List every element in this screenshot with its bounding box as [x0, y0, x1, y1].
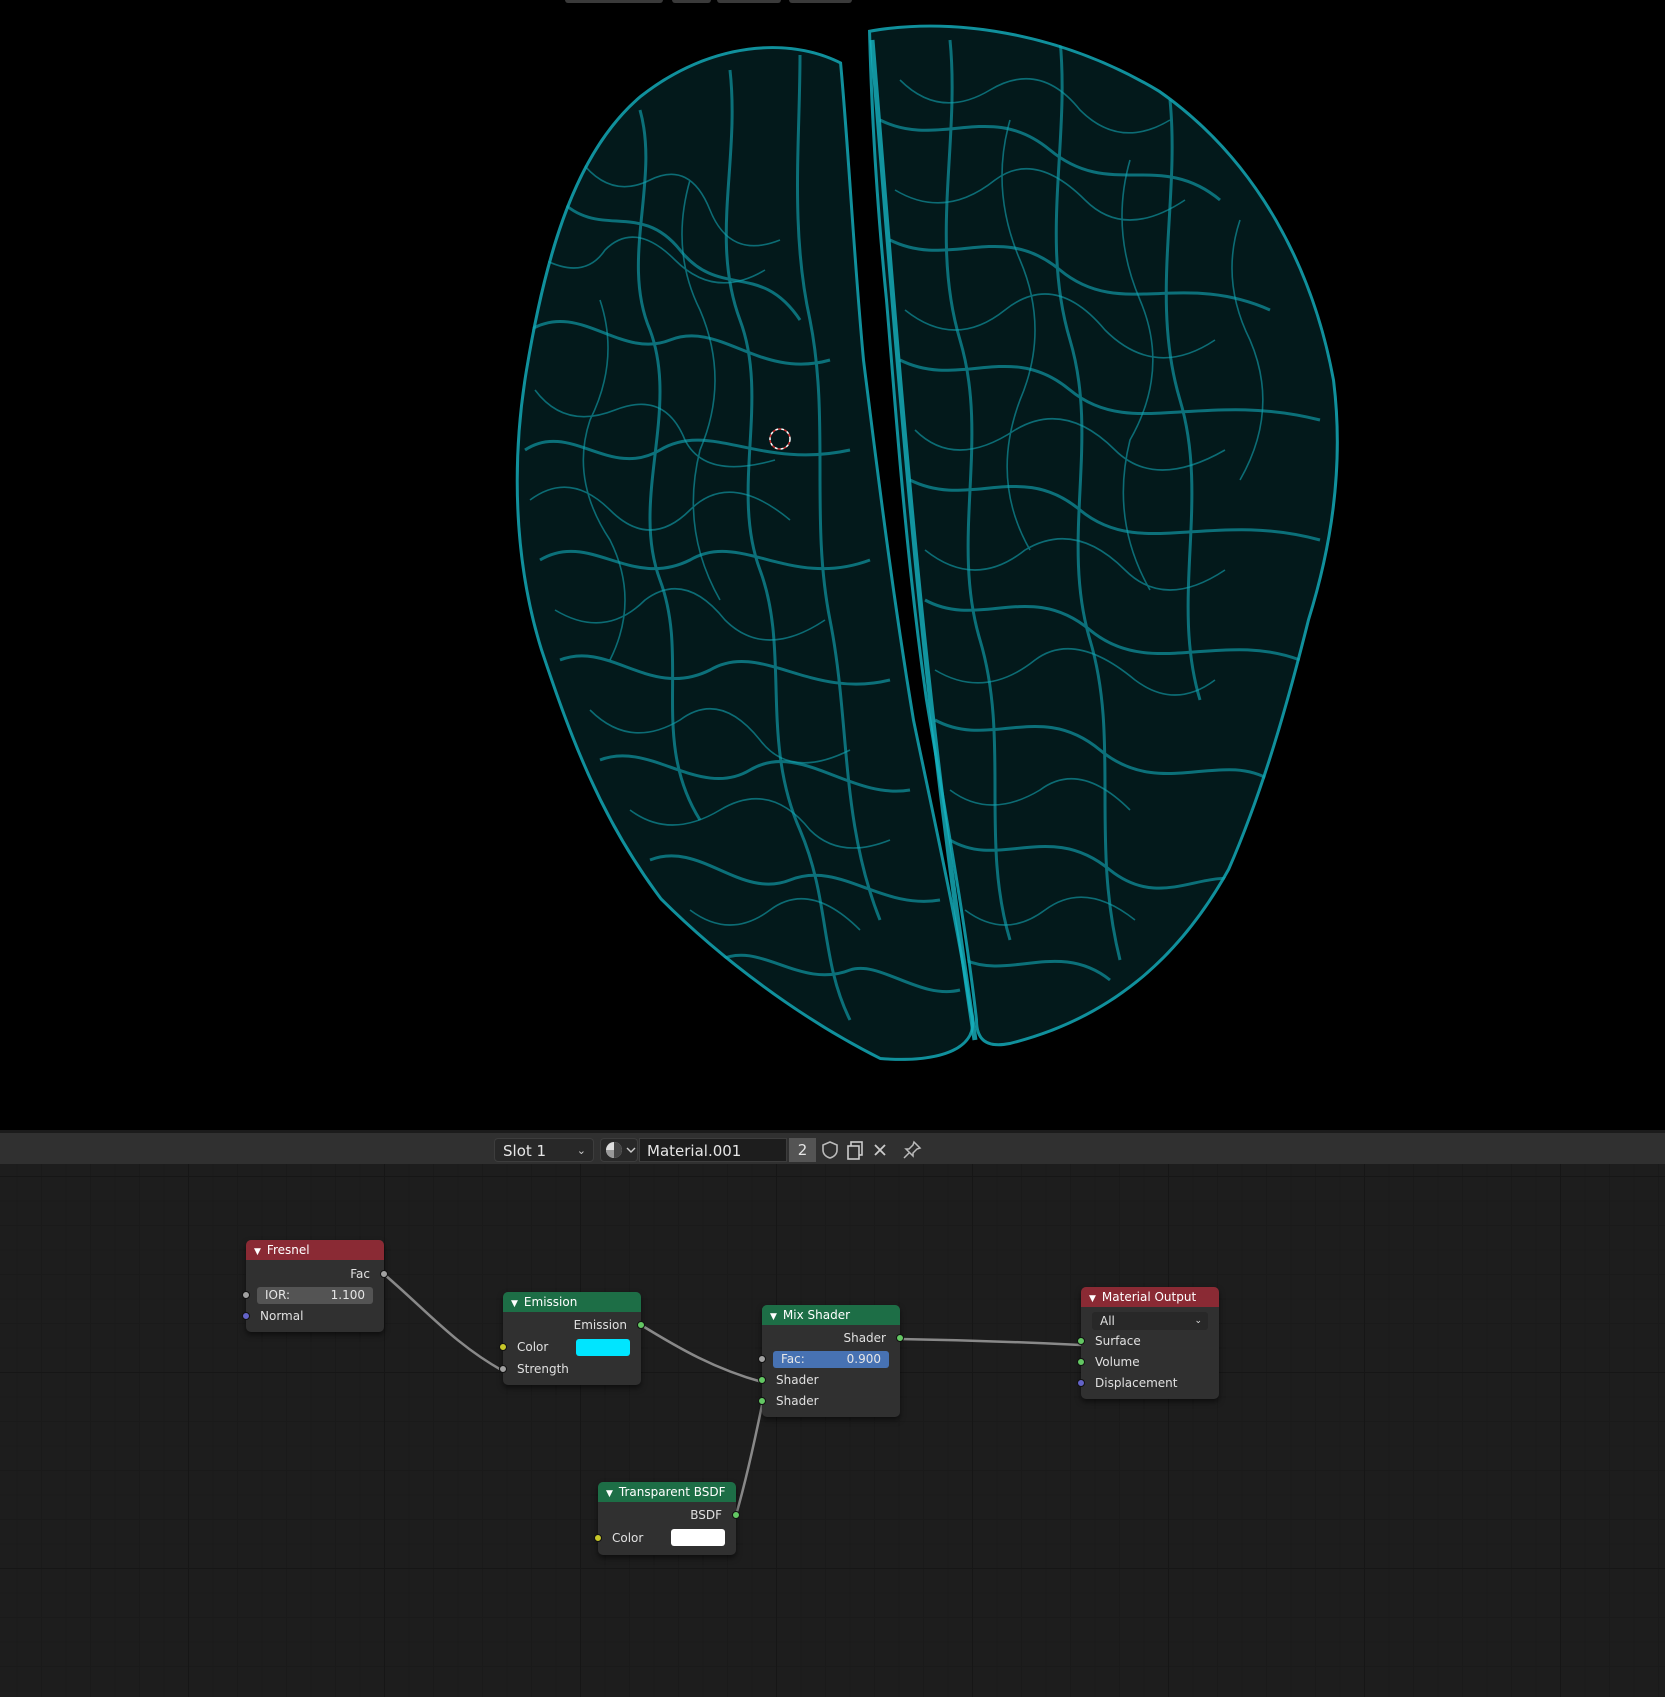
material-browse-button[interactable]: [600, 1138, 638, 1162]
transparent-color-swatch[interactable]: [671, 1529, 725, 1546]
link-fresnel-fac-to-emission-strength: [384, 1274, 504, 1373]
fresnel-ior-row: IOR: 1.100: [242, 1285, 384, 1306]
mix-shader-input-1: Shader: [758, 1370, 900, 1391]
fresnel-node[interactable]: ▼ Fresnel Fac IOR: 1.100 Normal: [242, 1240, 388, 1332]
link-emission-to-mix-shader: [640, 1323, 763, 1384]
surface-input: Surface: [1077, 1331, 1219, 1352]
displacement-label: Displacement: [1095, 1376, 1178, 1390]
fac-field[interactable]: Fac: 0.900: [773, 1351, 889, 1368]
emission-output: Emission: [503, 1315, 645, 1336]
collapse-triangle-icon[interactable]: ▼: [770, 1312, 777, 1322]
volume-input: Volume: [1077, 1352, 1219, 1373]
emission-strength-input: Strength: [499, 1359, 641, 1380]
shader-input-label-2: Shader: [776, 1394, 819, 1408]
ior-label: IOR:: [265, 1288, 290, 1302]
duplicate-icon[interactable]: [843, 1138, 867, 1162]
surface-input-socket[interactable]: [1077, 1337, 1085, 1345]
target-row: All ⌄: [1081, 1310, 1219, 1331]
link-mix-shader-to-surface: [898, 1337, 1082, 1347]
fresnel-title: Fresnel: [266, 1243, 310, 1257]
shader-input-socket-2[interactable]: [758, 1397, 766, 1405]
transparent-color-input: Color: [594, 1526, 736, 1550]
fresnel-normal-input: Normal: [242, 1306, 384, 1327]
transparent-bsdf-node[interactable]: ▼ Transparent BSDF BSDF Color: [594, 1482, 740, 1555]
chevron-down-icon: ⌄: [576, 1144, 586, 1157]
emission-output-label: Emission: [573, 1318, 627, 1332]
shader-input-socket-1[interactable]: [758, 1376, 766, 1384]
mix-shader-input-2: Shader: [758, 1391, 900, 1412]
strength-input-socket[interactable]: [499, 1365, 507, 1373]
slot-dropdown[interactable]: Slot 1 ⌄: [494, 1138, 594, 1162]
ior-input-socket[interactable]: [242, 1291, 250, 1299]
collapse-triangle-icon[interactable]: ▼: [254, 1247, 261, 1257]
emission-color-swatch[interactable]: [576, 1339, 630, 1356]
collapse-triangle-icon[interactable]: ▼: [1089, 1294, 1096, 1304]
ior-field[interactable]: IOR: 1.100: [257, 1287, 373, 1304]
displacement-input: Displacement: [1077, 1373, 1219, 1394]
3d-cursor-icon[interactable]: [768, 427, 792, 451]
slot-label: Slot 1: [503, 1142, 547, 1160]
close-icon[interactable]: [868, 1138, 892, 1162]
fac-input-socket[interactable]: [758, 1355, 766, 1363]
chevron-down-icon: ⌄: [1194, 1316, 1202, 1326]
material-name-field[interactable]: Material.001: [639, 1138, 787, 1162]
color-input-socket[interactable]: [499, 1343, 507, 1351]
color-label: Color: [517, 1340, 549, 1354]
volume-label: Volume: [1095, 1355, 1140, 1369]
node-editor-canvas[interactable]: ▼ Fresnel Fac IOR: 1.100 Normal ▼ Emission…: [0, 1164, 1665, 1697]
material-output-node-header[interactable]: ▼ Material Output: [1081, 1287, 1219, 1307]
collapse-triangle-icon[interactable]: ▼: [606, 1489, 613, 1499]
mix-shader-output: Shader: [762, 1328, 904, 1349]
surface-label: Surface: [1095, 1334, 1141, 1348]
normal-input-socket[interactable]: [242, 1312, 250, 1320]
shader-output-socket[interactable]: [896, 1334, 904, 1342]
emission-color-input: Color: [499, 1336, 641, 1359]
fresnel-fac-output: Fac: [246, 1264, 388, 1285]
link-transparent-to-mix-shader: [734, 1404, 764, 1516]
normal-label: Normal: [260, 1309, 304, 1323]
color-label: Color: [612, 1531, 644, 1545]
strength-label: Strength: [517, 1362, 569, 1376]
emission-node-header[interactable]: ▼ Emission: [503, 1292, 641, 1312]
collapse-triangle-icon[interactable]: ▼: [511, 1299, 518, 1309]
mix-fac-row: Fac: 0.900: [758, 1349, 900, 1370]
material-sphere-icon: [606, 1142, 636, 1158]
fac-value: 0.900: [846, 1352, 881, 1366]
mix-shader-node[interactable]: ▼ Mix Shader Shader Fac: 0.900 Shader Sha…: [758, 1305, 904, 1417]
material-output-title: Material Output: [1101, 1290, 1197, 1304]
emission-node[interactable]: ▼ Emission Emission Color Strength: [499, 1292, 645, 1385]
color-input-socket[interactable]: [594, 1534, 602, 1542]
shield-icon[interactable]: [818, 1138, 842, 1162]
bsdf-output-socket[interactable]: [732, 1511, 740, 1519]
volume-input-socket[interactable]: [1077, 1358, 1085, 1366]
fac-output-label: Fac: [350, 1267, 370, 1281]
shader-output-label: Shader: [843, 1331, 886, 1345]
material-output-node[interactable]: ▼ Material Output All ⌄ Surface Volume Di…: [1077, 1287, 1219, 1399]
3d-viewport[interactable]: [0, 0, 1665, 1130]
material-users-count[interactable]: 2: [789, 1138, 816, 1162]
pin-icon[interactable]: [900, 1138, 924, 1162]
mix-shader-title: Mix Shader: [782, 1308, 851, 1322]
fac-output-socket[interactable]: [380, 1270, 388, 1278]
bsdf-output: BSDF: [598, 1505, 740, 1526]
transparent-bsdf-title: Transparent BSDF: [618, 1485, 726, 1499]
node-editor-header: Slot 1 ⌄ Material.001 2: [0, 1130, 1665, 1164]
bsdf-output-label: BSDF: [690, 1508, 722, 1522]
target-dropdown[interactable]: All ⌄: [1092, 1312, 1208, 1330]
transparent-bsdf-node-header[interactable]: ▼ Transparent BSDF: [598, 1482, 736, 1502]
displacement-input-socket[interactable]: [1077, 1379, 1085, 1387]
emission-title: Emission: [523, 1295, 578, 1309]
emission-output-socket[interactable]: [637, 1321, 645, 1329]
fresnel-node-header[interactable]: ▼ Fresnel: [246, 1240, 384, 1260]
brain-mesh[interactable]: [0, 0, 1665, 1130]
fac-label: Fac:: [781, 1352, 805, 1366]
target-value: All: [1100, 1314, 1115, 1328]
mix-shader-node-header[interactable]: ▼ Mix Shader: [762, 1305, 900, 1325]
ior-value: 1.100: [330, 1288, 365, 1302]
shader-input-label-1: Shader: [776, 1373, 819, 1387]
